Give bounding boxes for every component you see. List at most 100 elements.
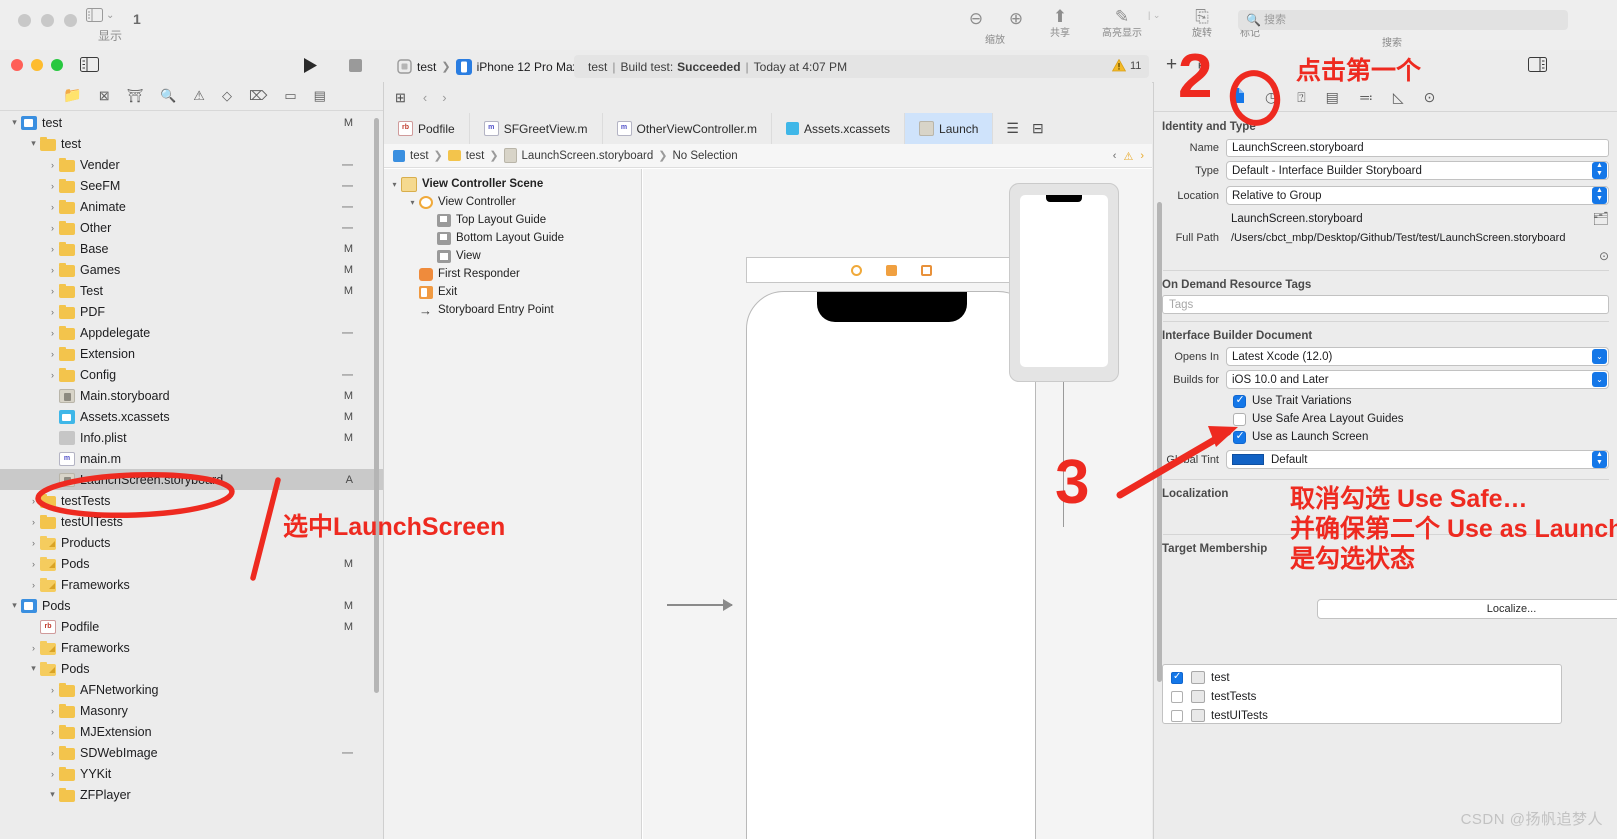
target-checkbox[interactable] [1171, 671, 1183, 684]
preview-close-button[interactable] [18, 14, 31, 27]
trait-variations-row[interactable]: Use Trait Variations [1154, 392, 1617, 410]
disclosure-triangle-icon[interactable]: ▾ [8, 117, 21, 128]
type-select[interactable]: Default - Interface Builder Storyboard ▲… [1226, 161, 1609, 180]
breadcrumb-item[interactable]: LaunchScreen.storyboard [503, 148, 653, 163]
disclosure-triangle-icon[interactable]: › [27, 643, 40, 653]
xcode-traffic-lights[interactable] [11, 59, 63, 71]
navigator-row[interactable]: › Frameworks [0, 637, 383, 658]
quick-help-inspector-icon[interactable]: ⍰ [1297, 89, 1305, 105]
disclosure-triangle-icon[interactable]: › [46, 244, 59, 254]
navigator-row[interactable]: Main.storyboard M [0, 385, 383, 406]
preview-minimize-button[interactable] [41, 14, 54, 27]
use-as-launch-screen-checkbox[interactable] [1233, 430, 1246, 444]
scene-dock-bar[interactable] [746, 257, 1036, 283]
navigator-row[interactable]: › Masonry [0, 700, 383, 721]
close-button[interactable] [11, 59, 23, 71]
disclosure-triangle-icon[interactable]: › [27, 538, 40, 548]
build-status-bar[interactable]: test | Build test: Succeeded | Today at … [574, 55, 1149, 78]
target-membership-row[interactable]: test [1163, 668, 1561, 687]
preview-traffic-lights[interactable] [18, 14, 77, 27]
navigator-row[interactable]: › Base M [0, 238, 383, 259]
disclosure-triangle-icon[interactable]: › [46, 181, 59, 191]
disclosure-triangle-icon[interactable]: › [27, 559, 40, 569]
warning-indicator[interactable]: 11 [1112, 59, 1141, 72]
first-responder-icon[interactable] [885, 264, 897, 276]
search-icon[interactable]: 🔍 [160, 89, 176, 103]
editor-tab-podfile[interactable]: rb Podfile [384, 113, 470, 144]
navigator-row[interactable]: › SeeFM — [0, 175, 383, 196]
disclosure-triangle-icon[interactable]: › [46, 370, 59, 380]
preview-zoom-out-button[interactable]: ⊖ [962, 8, 990, 30]
navigator-file-tree[interactable]: ▾ test M ▾ test › Vender — › SeeFM — › Animate — › Othe… [0, 112, 383, 839]
breadcrumb-item[interactable]: test [447, 150, 484, 162]
report-icon[interactable]: ▤ [314, 89, 326, 103]
editor-tab-sfgreetview-m[interactable]: m SFGreetView.m [470, 113, 603, 144]
preview-highlight-chevron[interactable]: | ⌄ [1148, 10, 1160, 21]
navigator-row[interactable]: › testTests [0, 490, 383, 511]
use-trait-variations-checkbox[interactable] [1233, 394, 1246, 408]
use-safe-area-layout-guides-checkbox[interactable] [1233, 412, 1246, 426]
outline-row[interactable]: View [384, 247, 641, 265]
name-input[interactable]: LaunchScreen.storyboard [1226, 138, 1609, 157]
connections-inspector-icon[interactable]: ⊙ [1424, 89, 1436, 105]
navigator-row[interactable]: › Other — [0, 217, 383, 238]
inspector-toggle-button[interactable] [1528, 57, 1547, 72]
chevron-down-icon[interactable]: ⌄ [1592, 372, 1607, 387]
disclosure-triangle-icon[interactable]: › [46, 202, 59, 212]
target-checkbox[interactable] [1171, 709, 1183, 722]
navigator-row[interactable]: › testUITests [0, 511, 383, 532]
chevron-left-icon[interactable]: ‹ [423, 90, 427, 105]
disclosure-triangle-icon[interactable]: ▾ [46, 789, 59, 800]
source-control-icon[interactable]: ⊠ [99, 89, 110, 103]
warning-triangle-icon[interactable]: ⚠ [1123, 150, 1133, 163]
navigator-scrollbar[interactable] [374, 118, 379, 693]
editor-tab-bar[interactable]: rb Podfile m SFGreetView.m m OtherViewControl… [384, 113, 1152, 145]
disclosure-triangle-icon[interactable]: › [46, 685, 59, 695]
breadcrumb-item[interactable]: test [393, 149, 429, 162]
navigator-row[interactable]: ▾ ZFPlayer [0, 784, 383, 805]
navigator-row[interactable]: › Config — [0, 364, 383, 385]
preview-zoom-button[interactable] [64, 14, 77, 27]
navigator-row[interactable]: › YYKit [0, 763, 383, 784]
size-inspector-icon[interactable]: ◺ [1393, 89, 1404, 105]
preview-zoom-in-button[interactable]: ⊕ [1002, 8, 1030, 30]
navigator-toggle-button[interactable] [80, 57, 99, 72]
outline-row[interactable]: Bottom Layout Guide [384, 229, 641, 247]
canvas-minimap[interactable] [1009, 183, 1119, 382]
disclosure-triangle-icon[interactable]: › [27, 496, 40, 506]
navigator-row[interactable]: › Pods M [0, 553, 383, 574]
navigator-row[interactable]: ▾ Pods M [0, 595, 383, 616]
outline-row[interactable]: First Responder [384, 265, 641, 283]
navigator-row[interactable]: › Vender — [0, 154, 383, 175]
reveal-arrow-icon[interactable]: ⊙ [1599, 249, 1609, 263]
outline-row[interactable]: Top Layout Guide [384, 211, 641, 229]
outline-row[interactable]: ▾ View Controller [384, 193, 641, 211]
builds-for-select[interactable]: iOS 10.0 and Later ⌄ [1226, 370, 1609, 389]
disclosure-triangle-icon[interactable]: › [27, 580, 40, 590]
preview-rotate-button[interactable]: ⎘ 旋转 [1188, 6, 1216, 40]
chevron-updown-icon[interactable]: ▲ ▼ [1592, 162, 1607, 179]
navigator-row[interactable]: › Appdelegate — [0, 322, 383, 343]
test-icon[interactable]: ◇ [222, 89, 232, 103]
folder-icon[interactable]: 📁 [63, 88, 82, 103]
file-inspector-icon[interactable] [1230, 87, 1245, 107]
opens-in-select[interactable]: Latest Xcode (12.0) ⌄ [1226, 347, 1609, 366]
outline-row[interactable]: ▾ View Controller Scene [384, 175, 641, 193]
identity-inspector-icon[interactable]: ▤ [1326, 89, 1339, 105]
navigator-row[interactable]: › Test M [0, 280, 383, 301]
editor-options-button[interactable]: ⇤ [1198, 57, 1210, 74]
inspector-tab-bar[interactable]: ◷ ⍰ ▤ ≕ ◺ ⊙ [1154, 82, 1617, 112]
disclosure-triangle-icon[interactable]: › [46, 160, 59, 170]
navigator-row[interactable]: ▾ Pods [0, 658, 383, 679]
preview-search-input[interactable]: 搜索 [1238, 10, 1568, 30]
breadcrumb-item[interactable]: No Selection [672, 150, 737, 162]
disclosure-triangle-icon[interactable]: › [46, 748, 59, 758]
disclosure-triangle-icon[interactable]: ▾ [27, 663, 40, 674]
disclosure-triangle-icon[interactable]: › [46, 223, 59, 233]
disclosure-triangle-icon[interactable]: › [27, 517, 40, 527]
editor-tab-assets-xcassets[interactable]: Assets.xcassets [772, 113, 906, 144]
navigator-row[interactable]: › Products [0, 532, 383, 553]
chevron-down-icon[interactable]: ⌄ [1592, 349, 1607, 364]
chevron-updown-icon[interactable]: ▲ ▼ [1592, 187, 1607, 204]
disclosure-triangle-icon[interactable]: ▾ [27, 138, 40, 149]
